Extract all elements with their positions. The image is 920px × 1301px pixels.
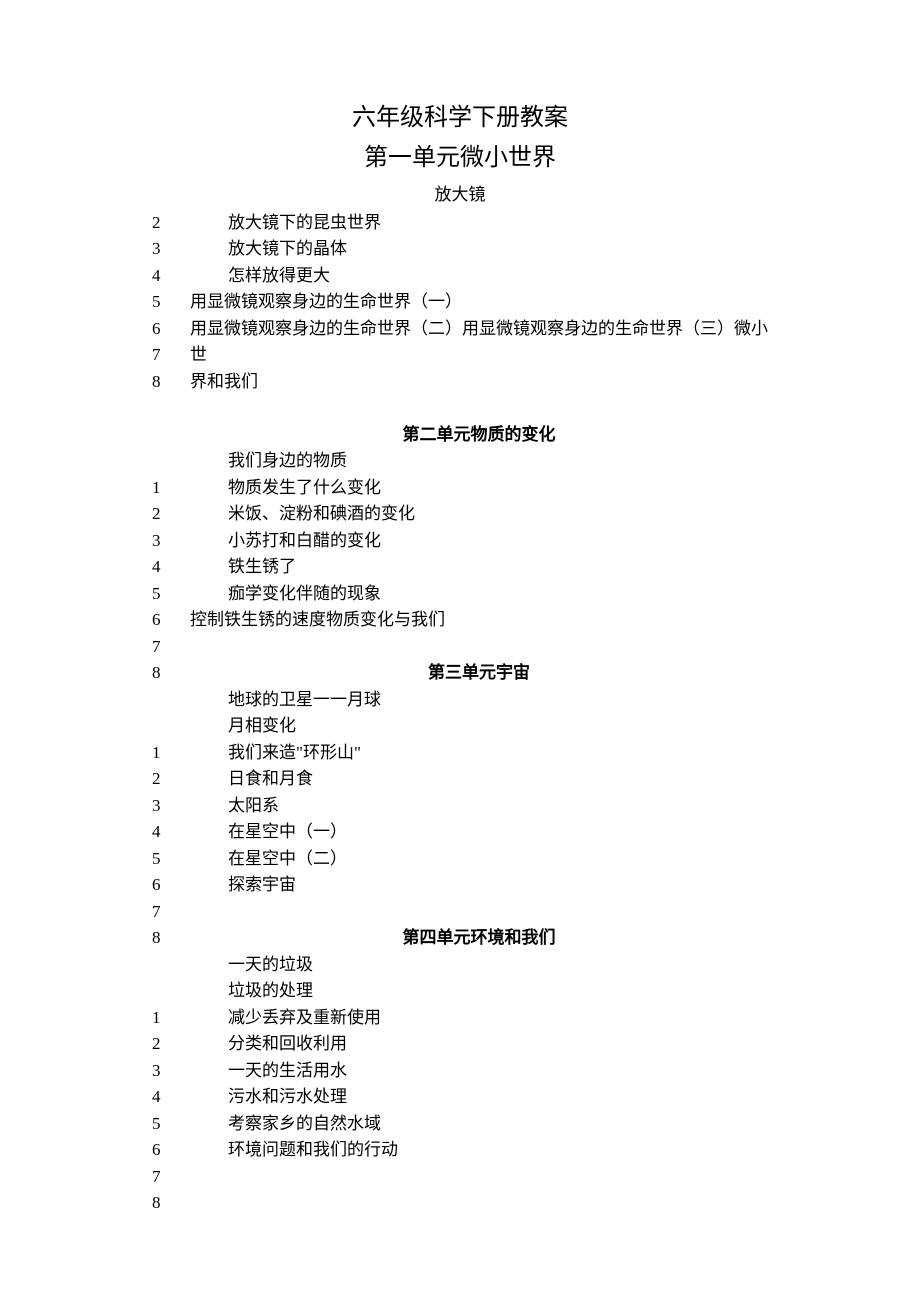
list-number: 6 [152, 872, 190, 899]
list-number: 6 [152, 607, 190, 634]
list-number: 5 [152, 1111, 190, 1138]
list-number: 7 [152, 899, 190, 926]
list-number: 5 [152, 581, 190, 608]
list-item: 日食和月食 [190, 766, 768, 793]
list-number: 1 [152, 475, 190, 502]
block-3: 12345678 我们来造"环形山"日食和月食太阳系在星空中（一）在星空中（二）… [152, 740, 768, 1005]
list-number: 4 [152, 819, 190, 846]
block-1-numbers: 2345678 [152, 210, 190, 396]
list-number: 1 [152, 1005, 190, 1032]
list-item: 痂学变化伴随的现象 [190, 581, 768, 608]
first-item: 放大镜 [152, 182, 768, 208]
list-number: 3 [152, 793, 190, 820]
list-number: 1 [152, 740, 190, 767]
list-item: 探索宇宙 [190, 872, 768, 899]
list-item: 界和我们 [190, 369, 768, 396]
block-1: 2345678 放大镜下的昆虫世界放大镜下的晶体怎样放得更大用显微镜观察身边的生… [152, 210, 768, 475]
list-item: 减少丢弃及重新使用 [190, 1005, 768, 1032]
list-item: 一天的垃圾 [190, 952, 768, 979]
list-item [190, 1190, 768, 1217]
list-item: 考察家乡的自然水域 [190, 1111, 768, 1138]
list-item: 分类和回收利用 [190, 1031, 768, 1058]
list-number: 4 [152, 1084, 190, 1111]
document-title: 六年级科学下册教案 [152, 100, 768, 136]
list-item: 在星空中（一） [190, 819, 768, 846]
list-number: 6 [152, 1137, 190, 1164]
list-number: 2 [152, 501, 190, 528]
unit-heading: 第四单元环境和我们 [190, 925, 768, 952]
list-number: 6 [152, 316, 190, 343]
list-number: 8 [152, 369, 190, 396]
block-4: 12345678 减少丢弃及重新使用分类和回收利用一天的生活用水污水和污水处理考… [152, 1005, 768, 1217]
list-item: 放大镜下的晶体 [190, 236, 768, 263]
list-item: 小苏打和白醋的变化 [190, 528, 768, 555]
list-number: 5 [152, 846, 190, 873]
list-item: 用显微镜观察身边的生命世界（二）用显微镜观察身边的生命世界（三）微小世 [190, 316, 768, 369]
block-1-text: 放大镜下的昆虫世界放大镜下的晶体怎样放得更大用显微镜观察身边的生命世界（一）用显… [190, 210, 768, 475]
list-number: 5 [152, 289, 190, 316]
list-number: 8 [152, 660, 190, 687]
list-item: 污水和污水处理 [190, 1084, 768, 1111]
list-number: 2 [152, 766, 190, 793]
list-item [190, 395, 768, 422]
list-item: 米饭、淀粉和碘酒的变化 [190, 501, 768, 528]
unit-heading: 第三单元宇宙 [190, 660, 768, 687]
list-item [190, 899, 768, 926]
list-item: 太阳系 [190, 793, 768, 820]
list-number: 3 [152, 1058, 190, 1085]
list-item [190, 1164, 768, 1191]
list-item: 环境问题和我们的行动 [190, 1137, 768, 1164]
block-2-text: 物质发生了什么变化米饭、淀粉和碘酒的变化小苏打和白醋的变化铁生锈了痂学变化伴随的… [190, 475, 768, 740]
list-number: 8 [152, 925, 190, 952]
list-number: 4 [152, 554, 190, 581]
block-4-text: 减少丢弃及重新使用分类和回收利用一天的生活用水污水和污水处理考察家乡的自然水域环… [190, 1005, 768, 1217]
list-number: 7 [152, 342, 190, 369]
list-item: 我们来造"环形山" [190, 740, 768, 767]
list-number: 2 [152, 210, 190, 237]
list-item [190, 634, 768, 661]
list-item: 铁生锈了 [190, 554, 768, 581]
list-item: 在星空中（二） [190, 846, 768, 873]
block-2-numbers: 12345678 [152, 475, 190, 687]
list-number: 8 [152, 1190, 190, 1217]
list-item: 放大镜下的昆虫世界 [190, 210, 768, 237]
list-item: 垃圾的处理 [190, 978, 768, 1005]
list-item: 一天的生活用水 [190, 1058, 768, 1085]
list-item: 地球的卫星一一月球 [190, 687, 768, 714]
list-number: 3 [152, 528, 190, 555]
list-item: 我们身边的物质 [190, 448, 768, 475]
list-number: 7 [152, 1164, 190, 1191]
list-item: 怎样放得更大 [190, 263, 768, 290]
list-item: 用显微镜观察身边的生命世界（一） [190, 289, 768, 316]
list-number: 7 [152, 634, 190, 661]
list-item: 月相变化 [190, 713, 768, 740]
unit-heading: 第二单元物质的变化 [190, 422, 768, 449]
block-3-text: 我们来造"环形山"日食和月食太阳系在星空中（一）在星空中（二）探索宇宙 第四单元… [190, 740, 768, 1005]
list-number: 2 [152, 1031, 190, 1058]
block-4-numbers: 12345678 [152, 1005, 190, 1217]
unit-one-title: 第一单元微小世界 [152, 140, 768, 176]
list-number: 3 [152, 236, 190, 263]
list-item: 控制铁生锈的速度物质变化与我们 [190, 607, 768, 634]
list-item: 物质发生了什么变化 [190, 475, 768, 502]
block-2: 12345678 物质发生了什么变化米饭、淀粉和碘酒的变化小苏打和白醋的变化铁生… [152, 475, 768, 740]
list-number: 4 [152, 263, 190, 290]
block-3-numbers: 12345678 [152, 740, 190, 952]
